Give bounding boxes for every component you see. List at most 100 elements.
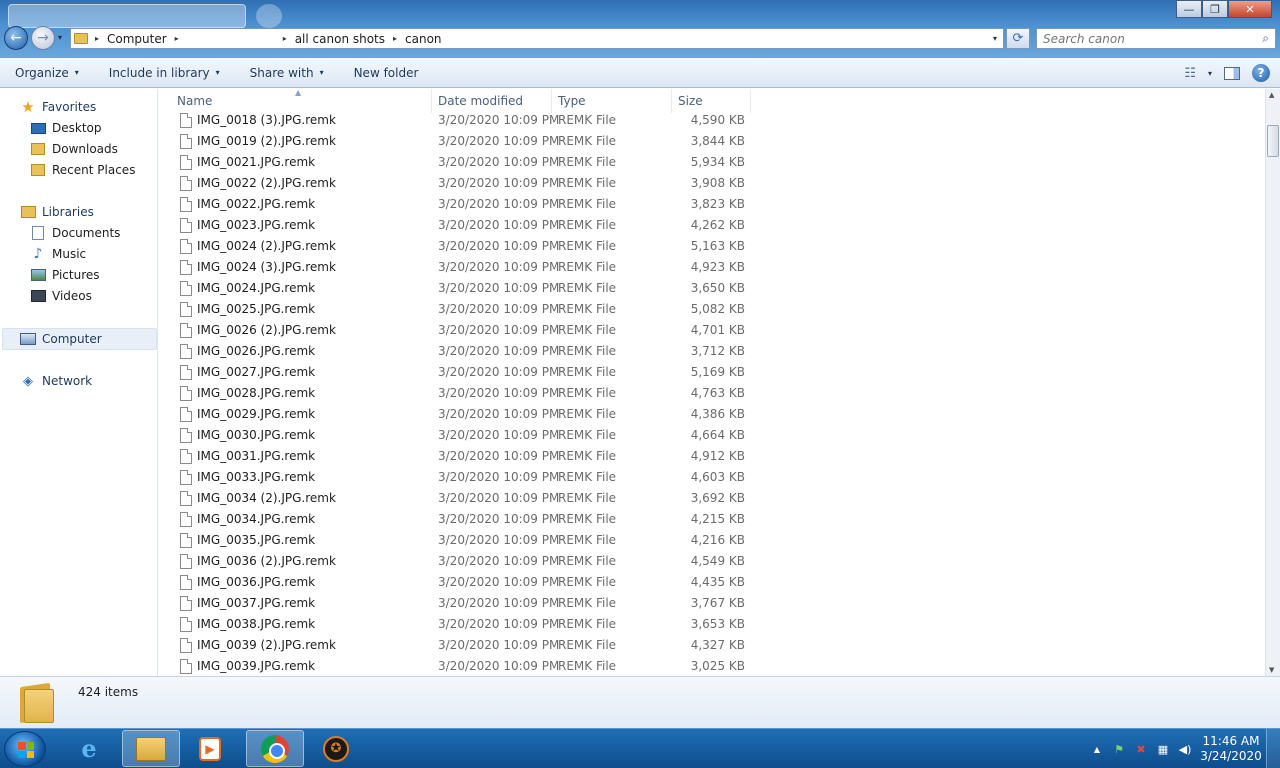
recent-pages-dropdown[interactable]: ▾ — [58, 33, 62, 42]
show-hidden-icons-button[interactable]: ▲ — [1086, 745, 1108, 754]
table-row[interactable]: IMG_0038.JPG.remk 3/20/2020 10:09 PM REMK … — [159, 614, 751, 635]
start-button[interactable] — [4, 731, 46, 767]
file-name-cell[interactable]: IMG_0019 (2).JPG.remk — [159, 131, 432, 152]
file-name-cell[interactable]: IMG_0026 (2).JPG.remk — [159, 320, 432, 341]
table-row[interactable]: IMG_0039.JPG.remk 3/20/2020 10:09 PM REMK … — [159, 656, 751, 676]
table-row[interactable]: IMG_0019 (2).JPG.remk 3/20/2020 10:09 PM R… — [159, 131, 751, 152]
preview-pane-icon[interactable] — [1224, 66, 1240, 80]
breadcrumb-separator[interactable]: ▸ — [279, 34, 291, 43]
sidebar-item-computer[interactable]: Computer — [20, 329, 102, 349]
search-box[interactable]: ⌕ — [1036, 28, 1276, 49]
view-options-dropdown[interactable]: ▾ — [1208, 69, 1212, 78]
sidebar-item-libraries[interactable]: Libraries — [20, 202, 94, 222]
scroll-up-arrow[interactable]: ▲ — [1269, 91, 1274, 99]
file-name-cell[interactable]: IMG_0018 (3).JPG.remk — [159, 110, 432, 131]
maximize-button[interactable]: ❐ — [1202, 0, 1228, 18]
file-name-cell[interactable]: IMG_0034 (2).JPG.remk — [159, 488, 432, 509]
file-name-cell[interactable]: IMG_0033.JPG.remk — [159, 467, 432, 488]
search-icon[interactable]: ⌕ — [1262, 31, 1269, 46]
table-row[interactable]: IMG_0025.JPG.remk 3/20/2020 10:09 PM REMK … — [159, 299, 751, 320]
file-name-cell[interactable]: IMG_0026.JPG.remk — [159, 341, 432, 362]
breadcrumb-separator[interactable]: ▸ — [91, 34, 103, 43]
file-name-cell[interactable]: IMG_0029.JPG.remk — [159, 404, 432, 425]
file-name-cell[interactable]: IMG_0024.JPG.remk — [159, 278, 432, 299]
table-row[interactable]: IMG_0031.JPG.remk 3/20/2020 10:09 PM REMK … — [159, 446, 751, 467]
table-row[interactable]: IMG_0026 (2).JPG.remk 3/20/2020 10:09 PM R… — [159, 320, 751, 341]
file-name-cell[interactable]: IMG_0024 (2).JPG.remk — [159, 236, 432, 257]
table-row[interactable]: IMG_0036.JPG.remk 3/20/2020 10:09 PM REMK … — [159, 572, 751, 593]
taskbar-media-player[interactable]: ▶ — [181, 730, 239, 767]
organize-menu[interactable]: Organize ▾ — [0, 66, 94, 80]
table-row[interactable]: IMG_0035.JPG.remk 3/20/2020 10:09 PM REMK … — [159, 530, 751, 551]
file-name-cell[interactable]: IMG_0037.JPG.remk — [159, 593, 432, 614]
taskbar-chrome[interactable] — [246, 730, 304, 767]
file-name-cell[interactable]: IMG_0036.JPG.remk — [159, 572, 432, 593]
taskbar-app[interactable]: ✪ — [307, 730, 365, 767]
address-dropdown-button[interactable]: ▾ — [987, 34, 1003, 43]
file-name-cell[interactable]: IMG_0036 (2).JPG.remk — [159, 551, 432, 572]
network-status-icon[interactable]: ▦ — [1152, 743, 1174, 756]
table-row[interactable]: IMG_0023.JPG.remk 3/20/2020 10:09 PM REMK … — [159, 215, 751, 236]
share-with-menu[interactable]: Share with ▾ — [235, 66, 339, 80]
file-name-cell[interactable]: IMG_0039 (2).JPG.remk — [159, 635, 432, 656]
table-row[interactable]: IMG_0037.JPG.remk 3/20/2020 10:09 PM REMK … — [159, 593, 751, 614]
sidebar-item-documents[interactable]: Documents — [30, 223, 120, 243]
table-row[interactable]: IMG_0034.JPG.remk 3/20/2020 10:09 PM REMK … — [159, 509, 751, 530]
volume-icon[interactable]: ◀) — [1174, 743, 1196, 756]
table-row[interactable]: IMG_0024.JPG.remk 3/20/2020 10:09 PM REMK … — [159, 278, 751, 299]
scroll-down-arrow[interactable]: ▼ — [1269, 666, 1274, 674]
back-button[interactable]: ← — [4, 26, 28, 50]
action-center-icon[interactable]: ✖ — [1130, 743, 1152, 756]
breadcrumb-canon[interactable]: canon — [401, 32, 446, 46]
file-name-cell[interactable]: IMG_0022.JPG.remk — [159, 194, 432, 215]
file-name-cell[interactable]: IMG_0027.JPG.remk — [159, 362, 432, 383]
sidebar-item-music[interactable]: ♪ Music — [30, 244, 87, 264]
table-row[interactable]: IMG_0024 (3).JPG.remk 3/20/2020 10:09 PM R… — [159, 257, 751, 278]
table-row[interactable]: IMG_0033.JPG.remk 3/20/2020 10:09 PM REMK … — [159, 467, 751, 488]
breadcrumb-all-canon-shots[interactable]: all canon shots — [291, 32, 389, 46]
help-icon[interactable]: ? — [1252, 64, 1270, 82]
forward-button[interactable]: → — [31, 26, 55, 50]
clock[interactable]: 11:46 AM 3/24/2020 — [1196, 734, 1266, 764]
file-name-cell[interactable]: IMG_0035.JPG.remk — [159, 530, 432, 551]
table-row[interactable]: IMG_0036 (2).JPG.remk 3/20/2020 10:09 PM R… — [159, 551, 751, 572]
file-name-cell[interactable]: IMG_0030.JPG.remk — [159, 425, 432, 446]
table-row[interactable]: IMG_0027.JPG.remk 3/20/2020 10:09 PM REMK … — [159, 362, 751, 383]
file-name-cell[interactable]: IMG_0024 (3).JPG.remk — [159, 257, 432, 278]
file-name-cell[interactable]: IMG_0034.JPG.remk — [159, 509, 432, 530]
breadcrumb-separator[interactable]: ▸ — [171, 34, 183, 43]
file-name-cell[interactable]: IMG_0022 (2).JPG.remk — [159, 173, 432, 194]
vertical-scrollbar[interactable]: ▲ ▼ — [1265, 89, 1280, 676]
table-row[interactable]: IMG_0028.JPG.remk 3/20/2020 10:09 PM REMK … — [159, 383, 751, 404]
file-name-cell[interactable]: IMG_0021.JPG.remk — [159, 152, 432, 173]
table-row[interactable]: IMG_0024 (2).JPG.remk 3/20/2020 10:09 PM R… — [159, 236, 751, 257]
file-name-cell[interactable]: IMG_0039.JPG.remk — [159, 656, 432, 676]
search-input[interactable] — [1043, 31, 1253, 46]
sidebar-item-videos[interactable]: Videos — [30, 286, 92, 306]
sidebar-item-network[interactable]: ◈ Network — [20, 371, 92, 391]
table-row[interactable]: IMG_0022.JPG.remk 3/20/2020 10:09 PM REMK … — [159, 194, 751, 215]
change-view-icon[interactable]: ☷ — [1184, 66, 1196, 81]
table-row[interactable]: IMG_0030.JPG.remk 3/20/2020 10:09 PM REMK … — [159, 425, 751, 446]
sidebar-item-pictures[interactable]: Pictures — [30, 265, 100, 285]
table-row[interactable]: IMG_0029.JPG.remk 3/20/2020 10:09 PM REMK … — [159, 404, 751, 425]
refresh-button[interactable]: ⟳ — [1006, 28, 1030, 49]
file-name-cell[interactable]: IMG_0031.JPG.remk — [159, 446, 432, 467]
close-button[interactable]: ✕ — [1228, 0, 1272, 18]
table-row[interactable]: IMG_0026.JPG.remk 3/20/2020 10:09 PM REMK … — [159, 341, 751, 362]
minimize-button[interactable]: — — [1176, 0, 1202, 18]
taskbar-windows-explorer[interactable] — [122, 730, 180, 767]
show-desktop-button[interactable] — [1266, 729, 1280, 768]
table-row[interactable]: IMG_0022 (2).JPG.remk 3/20/2020 10:09 PM R… — [159, 173, 751, 194]
scrollbar-thumb[interactable] — [1267, 125, 1279, 157]
table-row[interactable]: IMG_0021.JPG.remk 3/20/2020 10:09 PM REMK … — [159, 152, 751, 173]
file-name-cell[interactable]: IMG_0038.JPG.remk — [159, 614, 432, 635]
table-row[interactable]: IMG_0039 (2).JPG.remk 3/20/2020 10:09 PM R… — [159, 635, 751, 656]
breadcrumb-separator[interactable]: ▸ — [389, 34, 401, 43]
table-row[interactable]: IMG_0034 (2).JPG.remk 3/20/2020 10:09 PM R… — [159, 488, 751, 509]
breadcrumb-computer[interactable]: Computer — [103, 32, 171, 46]
sidebar-item-favorites[interactable]: ★ Favorites — [20, 97, 96, 117]
file-name-cell[interactable]: IMG_0028.JPG.remk — [159, 383, 432, 404]
new-folder-button[interactable]: New folder — [339, 66, 434, 80]
table-row[interactable]: IMG_0018 (3).JPG.remk 3/20/2020 10:09 PM R… — [159, 110, 751, 131]
